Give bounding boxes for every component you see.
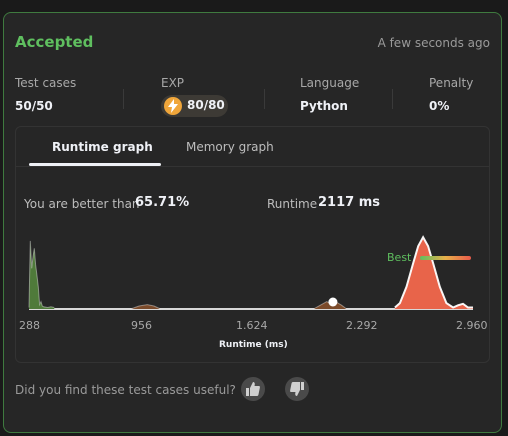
best-gradient-bar [420, 256, 471, 260]
submission-time: A few seconds ago [377, 36, 490, 50]
language-label: Language [300, 76, 360, 90]
x-tick-label: 2.960 [456, 319, 488, 332]
x-tick-label: 2.292 [346, 319, 378, 332]
language-value: Python [300, 99, 348, 113]
stat-divider [123, 89, 124, 109]
x-axis-label: Runtime (ms) [219, 340, 288, 350]
performance-panel: Runtime graph Memory graph You are bette… [15, 126, 490, 363]
exp-value: 80/80 [187, 98, 225, 112]
penalty-label: Penalty [429, 76, 474, 90]
x-tick-label: 956 [131, 319, 152, 332]
lightning-bolt-icon [164, 97, 182, 115]
exp-badge: 80/80 [161, 95, 228, 117]
thumbs-down-icon [290, 382, 304, 396]
x-tick-label: 1.624 [236, 319, 268, 332]
thumbs-up-icon [246, 382, 260, 396]
thumbs-down-button[interactable] [285, 377, 309, 401]
test-cases-value: 50/50 [15, 99, 53, 113]
stat-divider [392, 89, 393, 109]
x-tick-label: 288 [19, 319, 40, 332]
penalty-value: 0% [429, 99, 450, 113]
distribution-area-3 [394, 237, 473, 309]
test-cases-label: Test cases [15, 76, 77, 90]
best-annotation: Best [387, 251, 412, 264]
status-title: Accepted [15, 33, 94, 51]
stat-divider [264, 89, 265, 109]
current-runtime-marker [328, 297, 338, 307]
submission-result-card: Accepted A few seconds ago Test cases 50… [3, 12, 502, 433]
distribution-area-0 [29, 240, 55, 309]
feedback-question: Did you find these test cases useful? [15, 383, 236, 397]
exp-label: EXP [161, 76, 185, 90]
thumbs-up-button[interactable] [241, 377, 265, 401]
